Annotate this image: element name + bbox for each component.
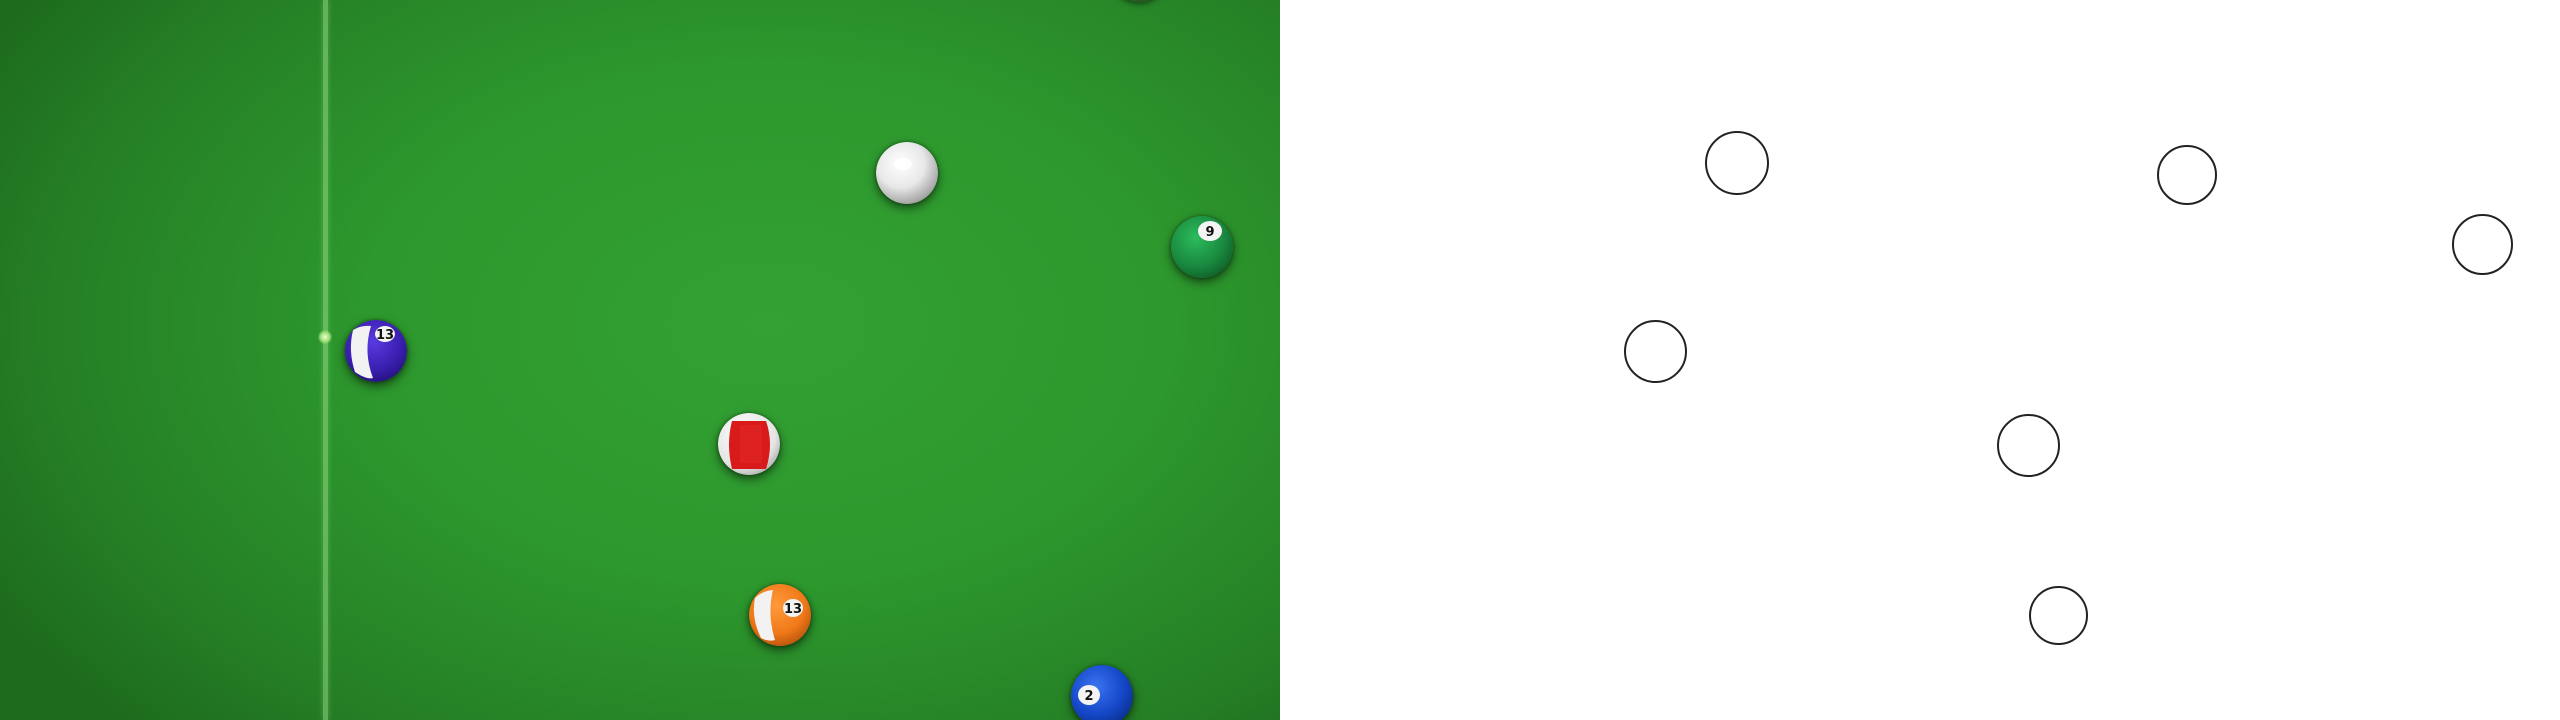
- game-screen: 9 13 13 2: [0, 0, 2560, 720]
- outline-ring-13: [1624, 320, 1687, 383]
- ball-red-stripe[interactable]: [718, 413, 780, 475]
- outline-ring-cue: [1705, 131, 1769, 195]
- ball-9-number: 9: [1205, 225, 1214, 240]
- outline-ring-orange: [2029, 586, 2088, 645]
- head-spot-marker: [318, 330, 332, 344]
- outline-ring-2: [2157, 145, 2217, 205]
- outline-ring-red: [1997, 414, 2060, 477]
- cue-ball[interactable]: [876, 142, 938, 204]
- ball-2[interactable]: 2: [1071, 665, 1133, 720]
- ball-9[interactable]: 9: [1171, 216, 1233, 278]
- ball-13-purple[interactable]: 13: [345, 320, 407, 382]
- ball-13-number: 13: [376, 328, 394, 343]
- ball-2-number: 2: [1084, 689, 1093, 704]
- head-string-line: [323, 0, 328, 720]
- ball-outline-panel: [1280, 0, 2560, 720]
- offscreen-ball[interactable]: [1110, 0, 1168, 2]
- ball-13-orange[interactable]: 13: [749, 584, 811, 646]
- pool-table-felt[interactable]: 9 13 13 2: [0, 0, 1280, 720]
- ball-13b-number: 13: [784, 602, 802, 617]
- outline-ring-9: [2452, 214, 2513, 275]
